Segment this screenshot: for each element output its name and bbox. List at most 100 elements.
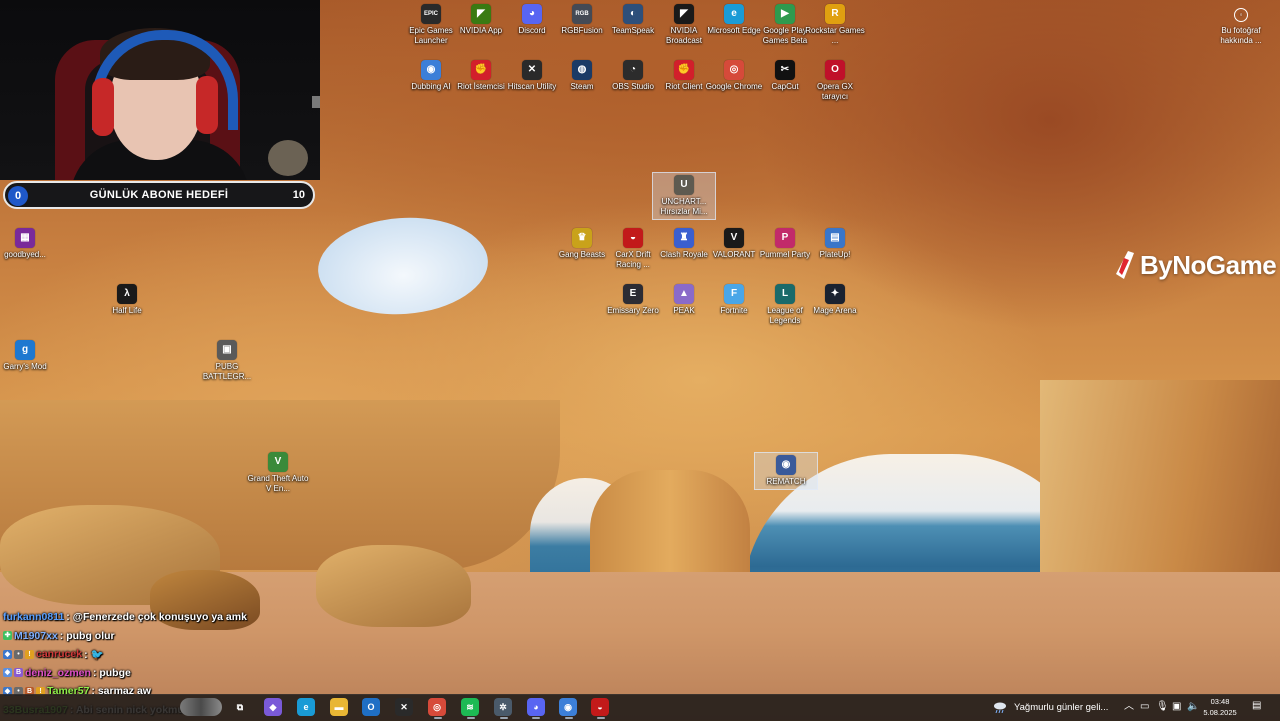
emissary-zero-icon: E [623,284,643,304]
desktop-icon-label: UNCHART... Hırsızlar Mi... [660,197,708,216]
plateup-icon: ▤ [825,228,845,248]
nvidia-icon: ◤ [471,4,491,24]
hitscan-icon: ✕ [522,60,542,80]
taskbar-chrome-button[interactable]: ◎ [428,698,446,716]
cave-skylight [314,212,492,320]
notification-icon[interactable]: ▤ [1252,699,1261,713]
taskbar-copilot-button[interactable]: ◆ [264,698,282,716]
taskbar-discord-button[interactable]: ◕ [527,698,545,716]
chat-badge-icon: ! [25,649,34,659]
task-view-icon: ⧉ [236,701,244,712]
desktop-icon-garrys-mod[interactable]: g Garry's Mod [0,340,56,372]
valorant-icon: V [724,228,744,248]
chat-message: ✚ M1907xx: pubg olur [3,627,303,646]
gang-beasts-icon: ♛ [572,228,592,248]
teamspeak-icon: ◐ [623,4,643,24]
goodbye-icon: ▦ [15,228,35,248]
chat-badge-icon: B [14,668,23,678]
rockstar-icon: R [825,4,845,24]
chat-username: furkann0811 [3,611,65,624]
microphone-icon[interactable]: 🎙 [1156,700,1169,714]
desktop-icon-uncharted[interactable]: U UNCHART... Hırsızlar Mi... [652,172,716,220]
chat-username: deniz_ozmen [25,666,91,679]
taskbar-carx-button[interactable]: ◒ [591,698,609,716]
fortnite-icon: F [724,284,744,304]
chrome-icon: ◎ [433,701,441,712]
system-clock[interactable]: 03:48 5.08.2025 [1198,696,1242,718]
taskbar-file-explorer-button[interactable]: ▬ [330,698,348,716]
obs-icon: ◔ [623,60,643,80]
goal-target-count: 10 [292,189,305,201]
webcam-feed [0,0,320,180]
desktop-icon-plateup[interactable]: ▤ PlateUp! [804,228,866,260]
chat-message: ◆ •! canrucek: 🐦 [3,645,303,664]
watermark-text: ByNoGame [1140,249,1277,280]
riot-client-icon: ✊ [674,60,694,80]
goal-title: GÜNLÜK ABONE HEDEFİ [89,189,229,201]
uncharted-icon: U [674,175,694,195]
chat-badge-icon: • [14,649,23,659]
rgbfusion-icon: RGB [572,4,592,24]
desktop-icon-pubg[interactable]: ▣ PUBG BATTLEGR... [196,340,258,382]
chat-text: : 🐦 [84,648,104,661]
pummel-party-icon: P [775,228,795,248]
desktop-icon-half-life[interactable]: λ Half Life [96,284,158,316]
taskbar-task-view-button[interactable]: ⧉ [231,698,249,716]
rematch-icon: ◉ [776,455,796,475]
running-indicator [532,717,540,719]
desktop-icon-label: Garry's Mod [3,362,47,371]
running-indicator [467,717,475,719]
desktop-icon-rematch[interactable]: ◉ REMATCH [754,452,818,490]
rock-center [316,545,471,627]
hitscan-icon: ✕ [400,701,408,712]
chat-text: : pubg olur [59,629,115,642]
bynogame-watermark: ByNoGame [1114,247,1277,283]
desktop-icon-label: Half Life [112,306,142,315]
desktop-icon-label: Grand Theft Auto V En... [247,474,309,493]
desktop-icon-label: Mage Arena [813,306,857,315]
desktop-icon-gta[interactable]: V Grand Theft Auto V En... [247,452,309,494]
desktop-icon-opera-gx[interactable]: O Opera GX tarayıcı [804,60,866,102]
taskbar-spotify-button[interactable]: ≋ [461,698,479,716]
taskbar-edge-button[interactable]: e [297,698,315,716]
desktop-icon-label: Opera GX tarayıcı [816,82,853,101]
chrome-icon: ◎ [724,60,744,80]
peak-icon: ▲ [674,284,694,304]
edge-icon: e [724,4,744,24]
desktop-icon-goodbye[interactable]: ▦ goodbyed... [0,228,56,260]
bynogame-logo-icon [1116,251,1134,279]
taskbar-settings-button[interactable]: ✲ [494,698,512,716]
taskbar-outlook-button[interactable]: O [362,698,380,716]
discord-icon: ◕ [533,702,539,712]
chat-username: canrucek [36,648,83,661]
weather-widget[interactable]: Yağmurlu günler geli... [992,694,1108,720]
chat-message: furkann0811: @Fenerzede çok konuşuyo ya … [3,608,303,627]
chevron-up-icon[interactable]: ︿ [1124,700,1134,714]
outlook-icon: O [367,702,375,712]
gear-icon: ✲ [499,701,507,712]
weather-text: Yağmurlu günler geli... [1014,701,1109,713]
copilot-icon: ◆ [269,701,277,712]
taskbar-hitscan-button[interactable]: ✕ [395,698,413,716]
desktop-icon-rockstar[interactable]: R Rockstar Games ... [804,4,866,46]
clock-time: 03:48 [1210,697,1230,706]
epic-games-icon: EPIC [421,4,441,24]
desktop-icon-mage-arena[interactable]: ✦ Mage Arena [804,284,866,316]
desktop-icon-label: PUBG BATTLEGR... [202,362,252,381]
carx-icon: ◒ [597,702,603,712]
desktop-icon-label: goodbyed... [4,250,46,259]
chat-message: ◆ Bdeniz_ozmen: pubge [3,664,303,683]
taskbar-search-button[interactable] [180,698,222,716]
display-icon[interactable]: ▭ [1140,700,1149,714]
photo-info-button[interactable]: ◦ Bu fotoğraf hakkında ... [1208,8,1274,46]
camera-icon: ◦ [1234,8,1248,22]
mage-arena-icon: ✦ [825,284,845,304]
chat-text: : pubge [92,666,131,679]
photo-info-label: Bu fotoğraf hakkında ... [1220,26,1262,45]
chat-text: : @Fenerzede çok konuşuyo ya amk [66,611,247,624]
desktop-icon-label: PlateUp! [819,250,851,259]
network-icon[interactable]: ▣ [1172,700,1181,714]
taskbar-dubbing-button[interactable]: ◉ [559,698,577,716]
rain-cloud-icon [994,702,1006,713]
gta-icon: V [268,452,288,472]
